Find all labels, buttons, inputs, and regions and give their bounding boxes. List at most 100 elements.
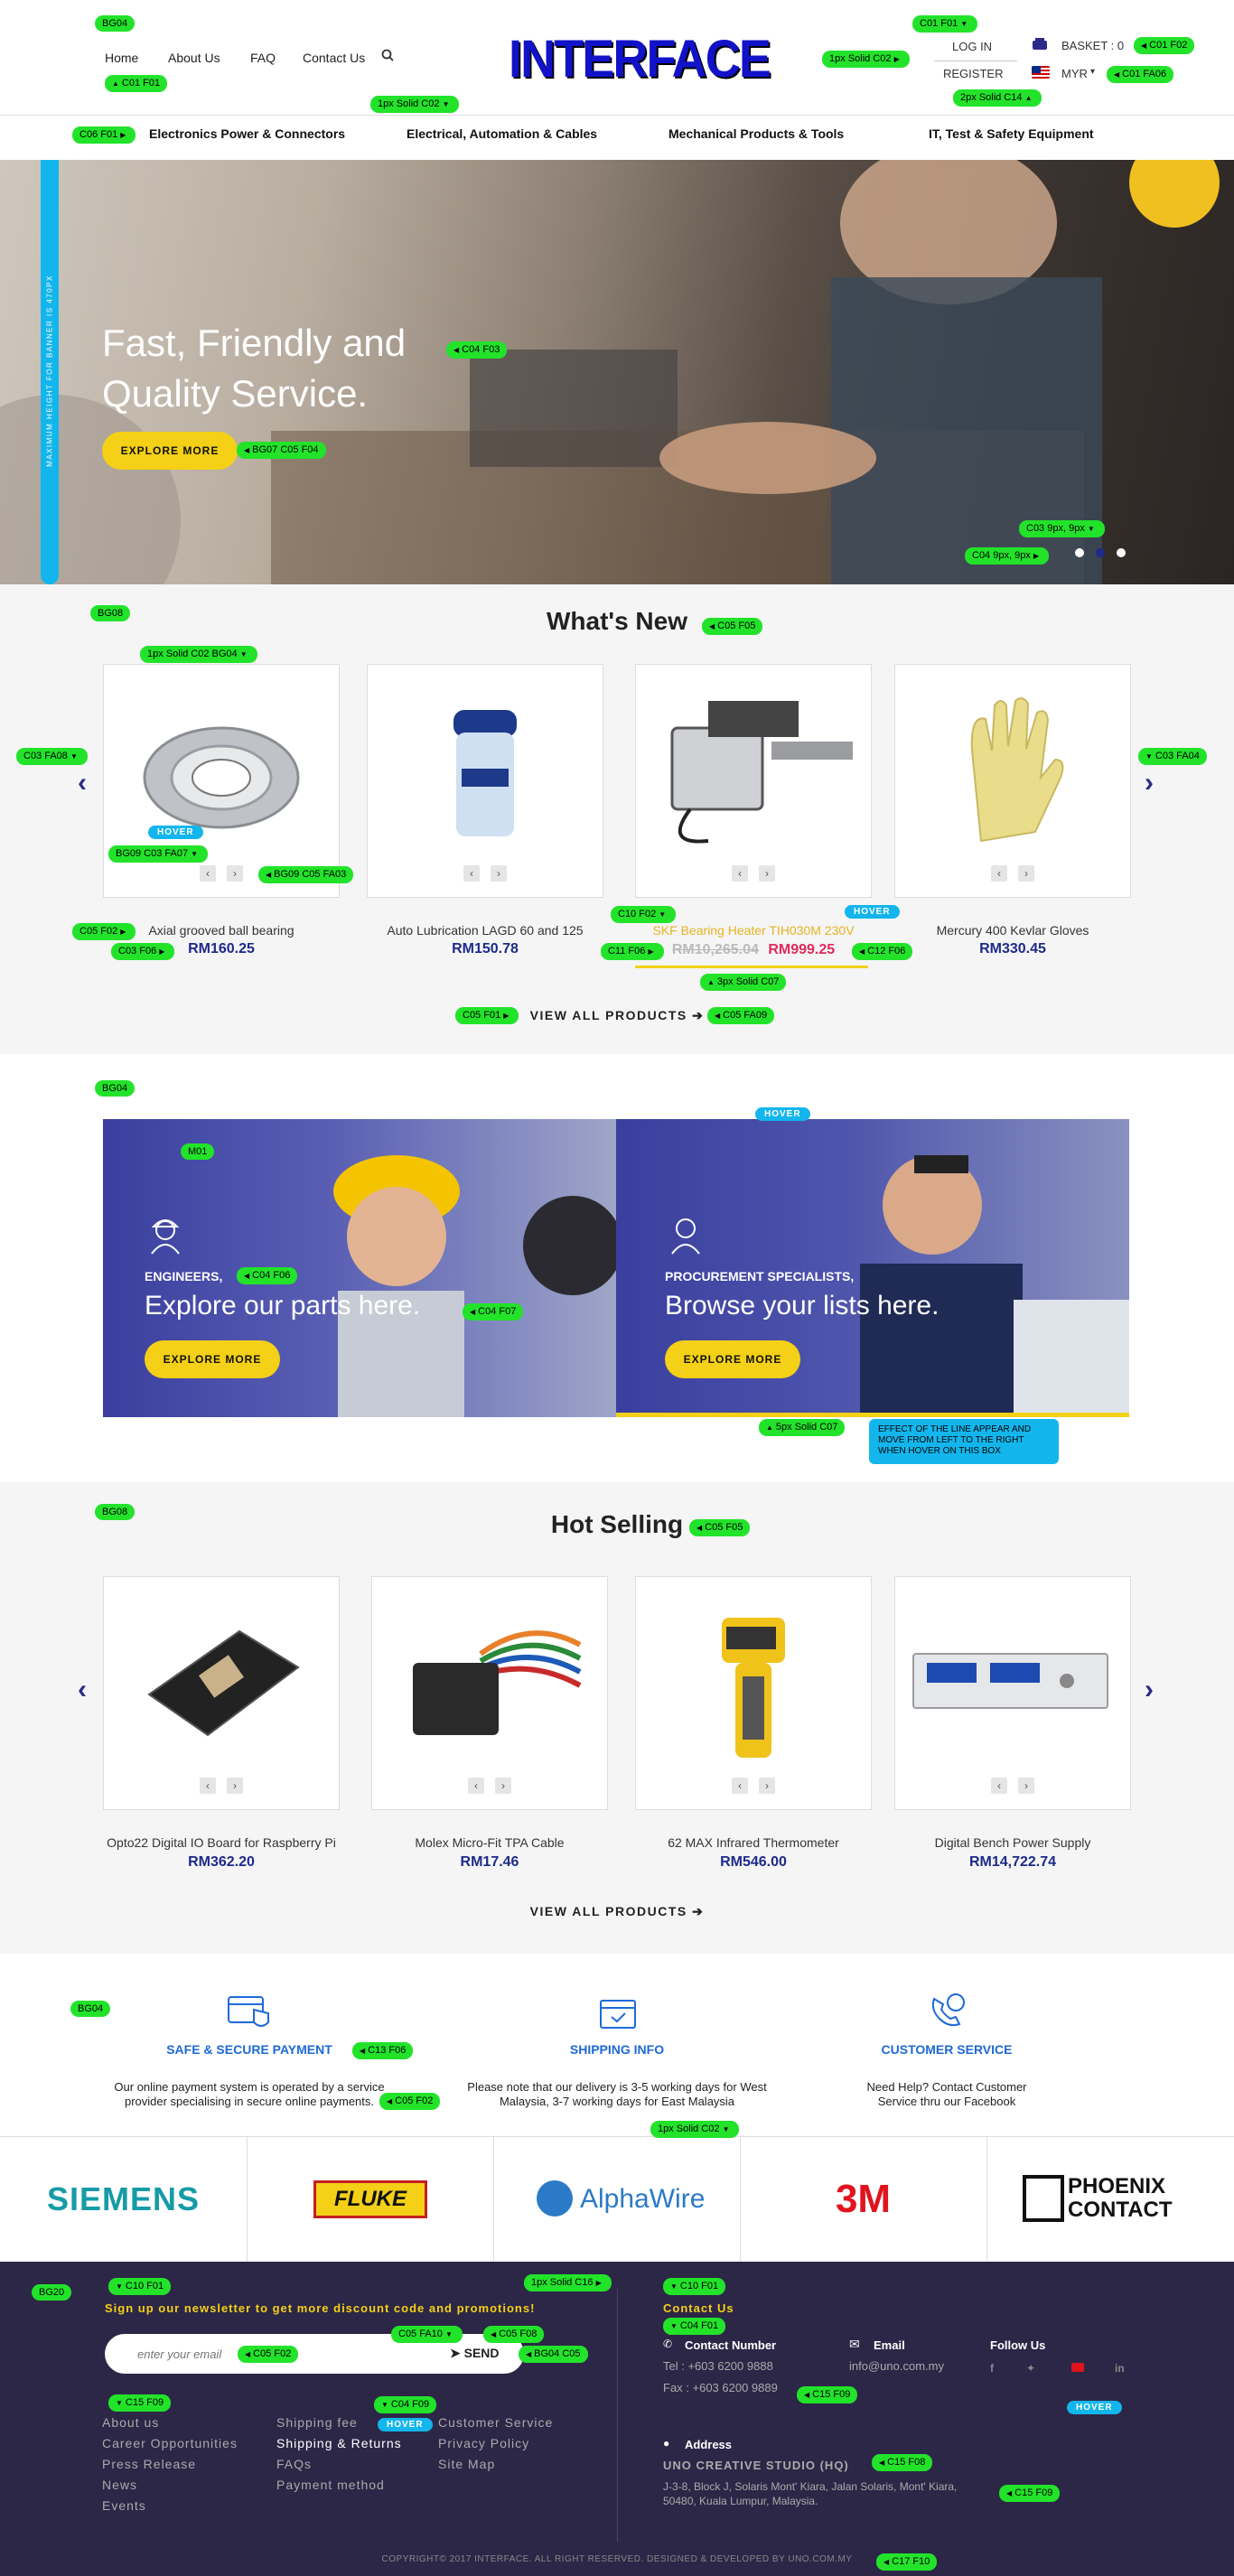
brands-strip: SIEMENS FLUKE AlphaWire 3M PHOENIX CONTA… (0, 2136, 1234, 2263)
slide-prev-button[interactable]: ‹ (732, 1778, 748, 1794)
annotation-tag: C04 9px, 9px ▶ (965, 547, 1050, 565)
slide-prev-button[interactable]: ‹ (200, 1778, 216, 1794)
product-sale-price: RM999.25 (768, 942, 836, 957)
carousel-dot-active[interactable] (1096, 548, 1105, 557)
product-card[interactable]: ‹ › (103, 1576, 340, 1810)
product-price: RM14,722.74 (968, 1854, 1057, 1870)
brand-siemens[interactable]: SIEMENS (0, 2180, 247, 2218)
footer-link-press[interactable]: Press Release (102, 2457, 196, 2471)
slide-prev-button[interactable]: ‹ (991, 865, 1007, 882)
banner-height-label: MAXIMUM HEIGHT FOR BANNER IS 470PX (45, 275, 54, 467)
product-name[interactable]: Mercury 400 Kevlar Gloves (894, 923, 1131, 938)
slide-prev-button[interactable]: ‹ (732, 865, 748, 882)
slide-next-button[interactable]: › (759, 1778, 775, 1794)
product-old-price: RM10,265.04 (671, 942, 759, 957)
footer-link-shipping-fee[interactable]: Shipping fee (276, 2415, 358, 2430)
promo-procurement[interactable]: PROCUREMENT SPECIALISTS, Browse your lis… (616, 1119, 1129, 1417)
youtube-icon[interactable] (1071, 2363, 1084, 2372)
annotation-tag: BG04 (70, 2001, 111, 2017)
next-arrow-icon[interactable]: › (1145, 768, 1154, 798)
slide-next-button[interactable]: › (491, 865, 507, 882)
carousel-dot[interactable] (1075, 548, 1084, 557)
product-name[interactable]: Digital Bench Power Supply (894, 1835, 1131, 1850)
product-name[interactable]: Auto Lubrication LAGD 60 and 125 (367, 923, 603, 938)
slide-next-button[interactable]: › (1018, 1778, 1034, 1794)
carousel-dot[interactable] (1117, 548, 1126, 557)
hover-line (616, 1413, 1129, 1417)
product-image (670, 701, 853, 844)
footer-link-payment[interactable]: Payment method (276, 2478, 385, 2492)
slide-prev-button[interactable]: ‹ (991, 1778, 1007, 1794)
slide-prev-button[interactable]: ‹ (463, 865, 480, 882)
product-card[interactable]: ‹ › (367, 664, 603, 898)
contact-title: Contact Us (663, 2301, 734, 2315)
category-electronics[interactable]: Electronics Power & Connectors (149, 126, 345, 141)
category-electrical[interactable]: Electrical, Automation & Cables (407, 126, 597, 141)
category-it-test[interactable]: IT, Test & Safety Equipment (929, 126, 1094, 141)
product-name[interactable]: Axial grooved ball bearing (103, 923, 340, 938)
product-card[interactable]: ‹ › (635, 1576, 872, 1810)
product-image (970, 697, 1064, 843)
email-link[interactable]: info@uno.com.my (849, 2359, 944, 2373)
hero-headline-line2: Quality Service. (102, 372, 369, 415)
arrow-right-circle-icon: ➔ (692, 1008, 705, 1022)
linkedin-icon[interactable]: in (1115, 2362, 1125, 2375)
slide-next-button[interactable]: › (1018, 865, 1034, 882)
product-card[interactable]: ‹ › (894, 664, 1131, 898)
annotation-tag: ◀ C01 FA06 (1107, 66, 1174, 83)
twitter-icon[interactable]: ✦ (1026, 2362, 1035, 2375)
footer-link-privacy[interactable]: Privacy Policy (438, 2436, 529, 2450)
view-all-products-link[interactable]: VIEW ALL PRODUCTS ➔ (0, 1904, 1234, 1919)
footer-link-about[interactable]: About us (102, 2415, 159, 2430)
brand-phoenix-contact[interactable]: PHOENIX CONTACT (1068, 2175, 1203, 2222)
slide-next-button[interactable]: › (227, 1778, 243, 1794)
annotation-tag: ◀ C15 F09 (797, 2386, 858, 2403)
product-name-hover[interactable]: SKF Bearing Heater TIH030M 230V (635, 923, 872, 938)
prev-arrow-icon[interactable]: ‹ (78, 1675, 87, 1705)
footer-link-news[interactable]: News (102, 2478, 137, 2492)
footer-link-career[interactable]: Career Opportunities (102, 2436, 238, 2450)
feature-customer-service: CUSTOMER SERVICE Need Help? Contact Cust… (811, 1987, 1082, 2132)
footer-link-customer-service[interactable]: Customer Service (438, 2415, 553, 2430)
product-card[interactable]: ‹ › (894, 1576, 1131, 1810)
follow-us-label: Follow Us (990, 2338, 1046, 2352)
feature-text: Our online payment system is operated by… (114, 2080, 385, 2108)
promo-engineers[interactable]: ENGINEERS, Explore our parts here. EXPLO… (103, 1119, 616, 1417)
annotation-tag: M01 (181, 1143, 215, 1160)
promo-explore-button[interactable]: EXPLORE MORE (145, 1340, 280, 1378)
hero-explore-button[interactable]: EXPLORE MORE (102, 432, 238, 470)
footer-link-faqs[interactable]: FAQs (276, 2457, 312, 2471)
slide-next-button[interactable]: › (759, 865, 775, 882)
slide-prev-button[interactable]: ‹ (468, 1778, 484, 1794)
product-card[interactable]: ‹ › (371, 1576, 608, 1810)
footer-link-events[interactable]: Events (102, 2498, 146, 2513)
brand-alphawire[interactable]: AlphaWire (580, 2184, 705, 2215)
footer-link-shipping-returns[interactable]: Shipping & Returns (276, 2436, 402, 2450)
annotation-tag: C01 F01 ▼ (912, 15, 978, 33)
product-name[interactable]: Opto22 Digital IO Board for Raspberry Pi (103, 1835, 340, 1850)
product-card[interactable]: ‹ › (103, 664, 340, 898)
brand-fluke[interactable]: FLUKE (313, 2180, 427, 2218)
product-name[interactable]: 62 MAX Infrared Thermometer (635, 1835, 872, 1850)
annotation-tag: BG08 (90, 605, 131, 621)
prev-arrow-icon[interactable]: ‹ (78, 768, 87, 798)
brand-3m[interactable]: 3M (740, 2177, 986, 2222)
specialist-icon (671, 1218, 700, 1255)
slide-next-button[interactable]: › (495, 1778, 511, 1794)
facebook-icon[interactable]: f (990, 2362, 994, 2375)
newsletter-send-button[interactable]: ➤ SEND (450, 2346, 500, 2361)
annotation-tag: C03 F06 ▶ (111, 943, 175, 960)
product-price: RM150.78 (452, 941, 519, 957)
hover-badge: HOVER (755, 1107, 810, 1121)
promo-explore-button[interactable]: EXPLORE MORE (665, 1340, 800, 1378)
promo-label: PROCUREMENT SPECIALISTS, (665, 1269, 855, 1283)
arrow-right-circle-icon: ➔ (692, 1904, 705, 1918)
category-mechanical[interactable]: Mechanical Products & Tools (668, 126, 844, 141)
next-arrow-icon[interactable]: › (1145, 1675, 1154, 1705)
slide-next-button[interactable]: › (227, 865, 243, 882)
slide-prev-button[interactable]: ‹ (200, 865, 216, 882)
view-all-products-link[interactable]: VIEW ALL PRODUCTS ➔ (0, 1008, 1234, 1023)
footer-link-sitemap[interactable]: Site Map (438, 2457, 495, 2471)
product-name[interactable]: Molex Micro-Fit TPA Cable (371, 1835, 608, 1850)
product-card[interactable]: ‹ › (635, 664, 872, 898)
